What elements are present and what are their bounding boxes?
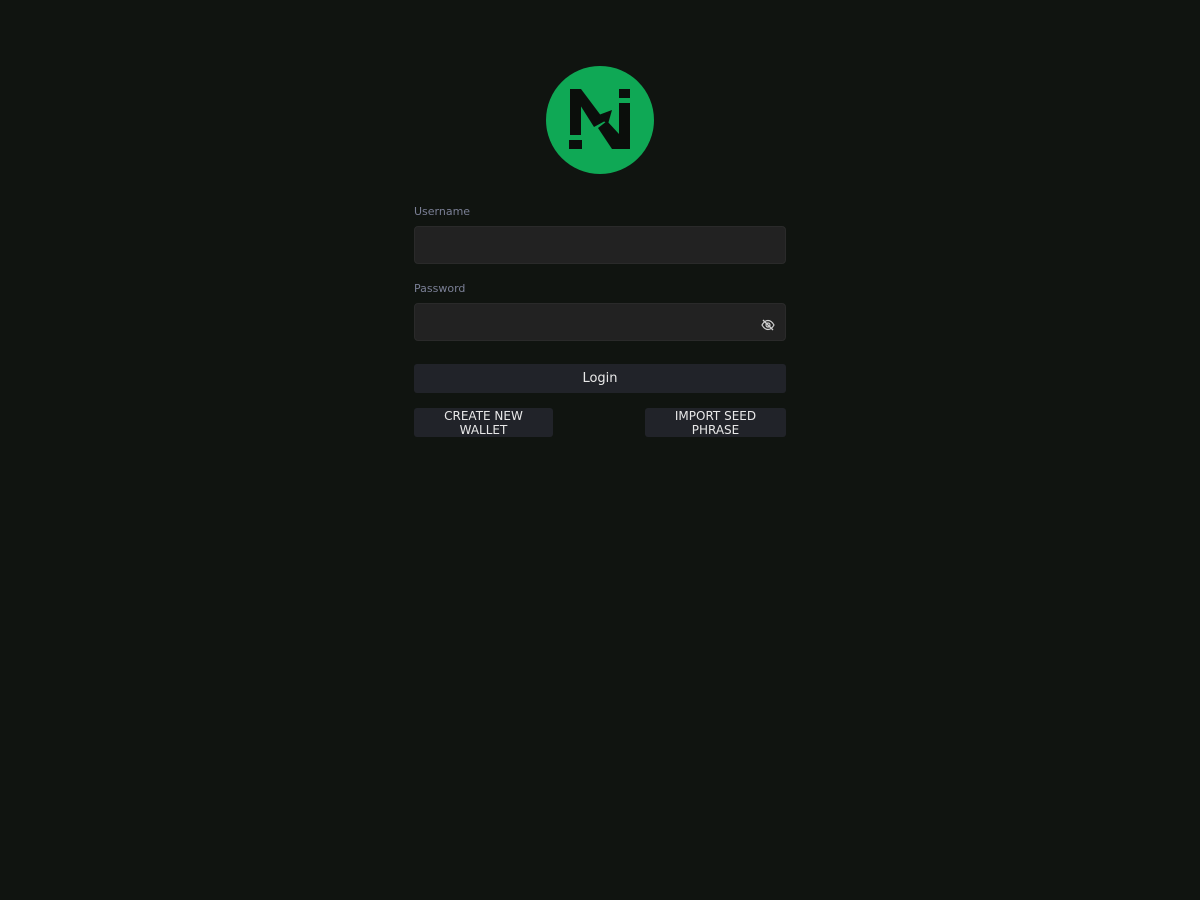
login-page: Username Password Login CREATE NEW WALLE… (0, 0, 1200, 900)
app-logo (546, 66, 654, 174)
import-seed-phrase-button[interactable]: IMPORT SEED PHRASE (645, 408, 786, 437)
password-input[interactable] (415, 304, 785, 340)
login-button[interactable]: Login (414, 364, 786, 393)
create-new-wallet-button[interactable]: CREATE NEW WALLET (414, 408, 553, 437)
username-label: Username (414, 205, 471, 218)
password-label: Password (414, 282, 466, 295)
n-lettermark-logo-icon (569, 89, 630, 149)
password-field-wrapper (414, 303, 786, 341)
username-field-wrapper (414, 226, 786, 264)
eye-slash-icon[interactable] (761, 316, 775, 331)
username-input[interactable] (415, 227, 785, 263)
login-form: Username Password Login CREATE NEW WALLE… (414, 205, 786, 437)
